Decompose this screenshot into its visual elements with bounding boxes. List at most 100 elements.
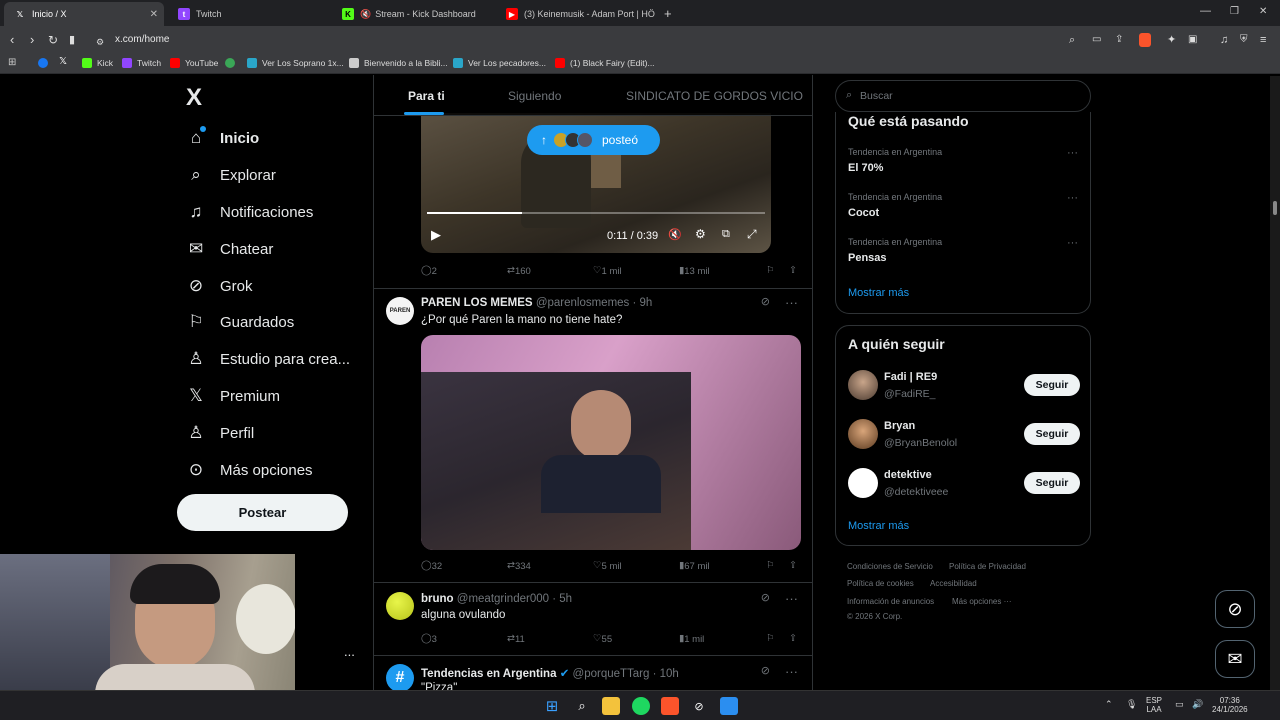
clock[interactable]: 07:36 24/1/2026 — [1212, 696, 1248, 714]
language-indicator[interactable]: ESP LAA — [1146, 696, 1162, 714]
search-icon[interactable]: ⌕ — [573, 697, 591, 715]
bookmark-kick[interactable]: Kick — [82, 58, 113, 68]
avatar[interactable] — [386, 592, 414, 620]
bookmark-icon[interactable]: ⚐ — [766, 265, 775, 276]
author-name[interactable]: bruno — [421, 593, 454, 605]
camera-app-icon[interactable] — [720, 697, 738, 715]
nav-profile[interactable]: ♙ Perfil — [186, 421, 254, 445]
file-explorer-icon[interactable] — [602, 697, 620, 715]
reply-button[interactable]: ◯ 32 — [421, 560, 442, 572]
trend-name[interactable]: Pensas — [848, 252, 887, 264]
tray-chevron-icon[interactable]: ⌃ — [1105, 700, 1113, 709]
account-more-icon[interactable]: ... — [344, 644, 355, 659]
follow-name[interactable]: detektive — [884, 469, 932, 481]
reply-button[interactable]: ◯ 3 — [421, 633, 437, 645]
network-icon[interactable]: ▭ — [1175, 700, 1184, 709]
share-icon[interactable]: ⇪ — [789, 265, 797, 276]
mute-icon[interactable]: 🔇 — [668, 228, 682, 241]
bookmark-black-fairy[interactable]: (1) Black Fairy (Edit)... — [555, 58, 655, 68]
views-button[interactable]: ▮ 67 mil — [679, 560, 710, 572]
views-button[interactable]: ▮ 1 mil — [679, 633, 704, 645]
tab-para-ti[interactable]: Para ti — [408, 89, 445, 103]
avatar[interactable]: # — [386, 664, 414, 690]
author-handle[interactable]: @porqueTTarg · 10h — [573, 668, 679, 680]
author-name[interactable]: PAREN LOS MEMES — [421, 297, 533, 309]
maximize-button[interactable]: ❐ — [1230, 6, 1239, 17]
tab-twitch[interactable]: t Twitch — [168, 2, 330, 26]
footer-ads-info[interactable]: Información de anuncios — [847, 597, 934, 606]
new-posts-pill[interactable]: ↑ posteó — [527, 125, 660, 155]
tab-kick[interactable]: K 🔇 Stream - Kick Dashboard — [332, 2, 494, 26]
mic-icon[interactable]: 🎙 — [1126, 700, 1137, 709]
nav-chat[interactable]: ✉ Chatear — [186, 237, 274, 261]
footer-terms[interactable]: Condiciones de Servicio — [847, 562, 933, 571]
nav-more-options[interactable]: ⊙ Más opciones — [186, 458, 313, 482]
app-icon[interactable]: ⊘ — [690, 697, 708, 715]
forward-icon[interactable]: › — [30, 33, 34, 47]
like-button[interactable]: ♡ 55 — [593, 633, 612, 645]
grok-icon[interactable]: ⊘ — [761, 591, 770, 604]
grok-icon[interactable]: ⊘ — [761, 664, 770, 677]
scrollbar[interactable] — [1270, 76, 1280, 690]
follow-button[interactable]: Seguir — [1024, 472, 1080, 494]
more-icon[interactable]: ··· — [785, 295, 798, 310]
follow-name[interactable]: Bryan — [884, 420, 915, 432]
repost-button[interactable]: ⇄ 334 — [507, 560, 531, 572]
share-icon[interactable]: ⇪ — [789, 633, 797, 644]
author-name[interactable]: Tendencias en Argentina — [421, 668, 556, 680]
show-more-link[interactable]: Mostrar más — [848, 287, 909, 299]
brave-shield-icon[interactable] — [1139, 33, 1151, 47]
extensions-icon[interactable]: ✦ — [1167, 33, 1176, 47]
volume-icon[interactable]: 🔊 — [1192, 700, 1203, 709]
pip-icon[interactable]: ⧉ — [722, 228, 730, 241]
messages-float-button[interactable]: ✉ — [1215, 640, 1255, 678]
bookmark-icon[interactable]: ⚐ — [766, 560, 775, 571]
fullscreen-icon[interactable]: ⤢ — [747, 227, 757, 242]
tab-siguiendo[interactable]: Siguiendo — [508, 89, 561, 103]
minimize-button[interactable]: — — [1200, 5, 1211, 17]
like-button[interactable]: ♡ 1 mil — [593, 265, 622, 277]
x-logo[interactable]: X — [186, 84, 202, 112]
apps-grid-icon[interactable]: ⊞ — [8, 57, 16, 68]
nav-home[interactable]: ⌂ Inicio — [186, 126, 259, 150]
more-icon[interactable]: ··· — [785, 591, 798, 606]
back-icon[interactable]: ‹ — [10, 33, 14, 47]
spotify-icon[interactable] — [632, 697, 650, 715]
footer-accessibility[interactable]: Accesibilidad — [930, 579, 977, 588]
zoom-icon[interactable]: ⌕ — [1069, 33, 1075, 47]
sidebar-icon[interactable]: ▣ — [1188, 33, 1197, 47]
new-tab-button[interactable]: + — [664, 6, 672, 21]
more-icon[interactable]: ··· — [1067, 237, 1078, 249]
bookmark-soprano[interactable]: Ver Los Soprano 1x... — [247, 58, 344, 68]
nav-explore[interactable]: ⌕ Explorar — [186, 163, 276, 187]
footer-more-options[interactable]: Más opciones ··· — [952, 597, 1012, 606]
site-info-icon[interactable]: ⚙ — [96, 35, 104, 49]
bookmark-twitch[interactable]: Twitch — [122, 58, 161, 68]
repost-button[interactable]: ⇄ 160 — [507, 265, 531, 277]
tab-sindicato[interactable]: SINDICATO DE GORDOS VICIO — [626, 89, 803, 103]
settings-icon[interactable]: ⚙ — [695, 227, 706, 241]
close-window-button[interactable]: ✕ — [1259, 6, 1267, 17]
bookmark-biblioteca[interactable]: Bienvenido a la Bibli... — [349, 58, 448, 68]
grok-icon[interactable]: ⊘ — [761, 295, 770, 308]
share-icon[interactable]: ⇪ — [789, 560, 797, 571]
bookmark-pecadores[interactable]: Ver Los pecadores... — [453, 58, 546, 68]
search-box[interactable]: ⌕ Buscar — [835, 80, 1091, 112]
bookmark-green-icon[interactable] — [225, 58, 235, 68]
trend-name[interactable]: El 70% — [848, 162, 883, 174]
views-button[interactable]: ▮ 13 mil — [679, 265, 710, 277]
avatar[interactable] — [848, 419, 878, 449]
share-icon[interactable]: ⇪ — [1115, 33, 1123, 47]
tweet-media-image[interactable] — [421, 335, 801, 550]
avatar[interactable]: PAREN — [386, 297, 414, 325]
grok-float-button[interactable]: ⊘ — [1215, 590, 1255, 628]
author-handle[interactable]: @parenlosmemes · 9h — [536, 297, 653, 309]
nav-grok[interactable]: ⊘ Grok — [186, 274, 253, 298]
nav-premium[interactable]: 𝕏 Premium — [186, 384, 280, 408]
repost-button[interactable]: ⇄ 11 — [507, 633, 525, 645]
tab-youtube[interactable]: ▶ (3) Keinemusik - Adam Port | HÖ — [496, 2, 656, 26]
menu-icon[interactable]: ≡ — [1260, 33, 1266, 47]
follow-button[interactable]: Seguir — [1024, 374, 1080, 396]
x-bookmark-icon[interactable]: 𝕏 — [59, 56, 67, 67]
close-icon[interactable]: ✕ — [150, 9, 158, 20]
